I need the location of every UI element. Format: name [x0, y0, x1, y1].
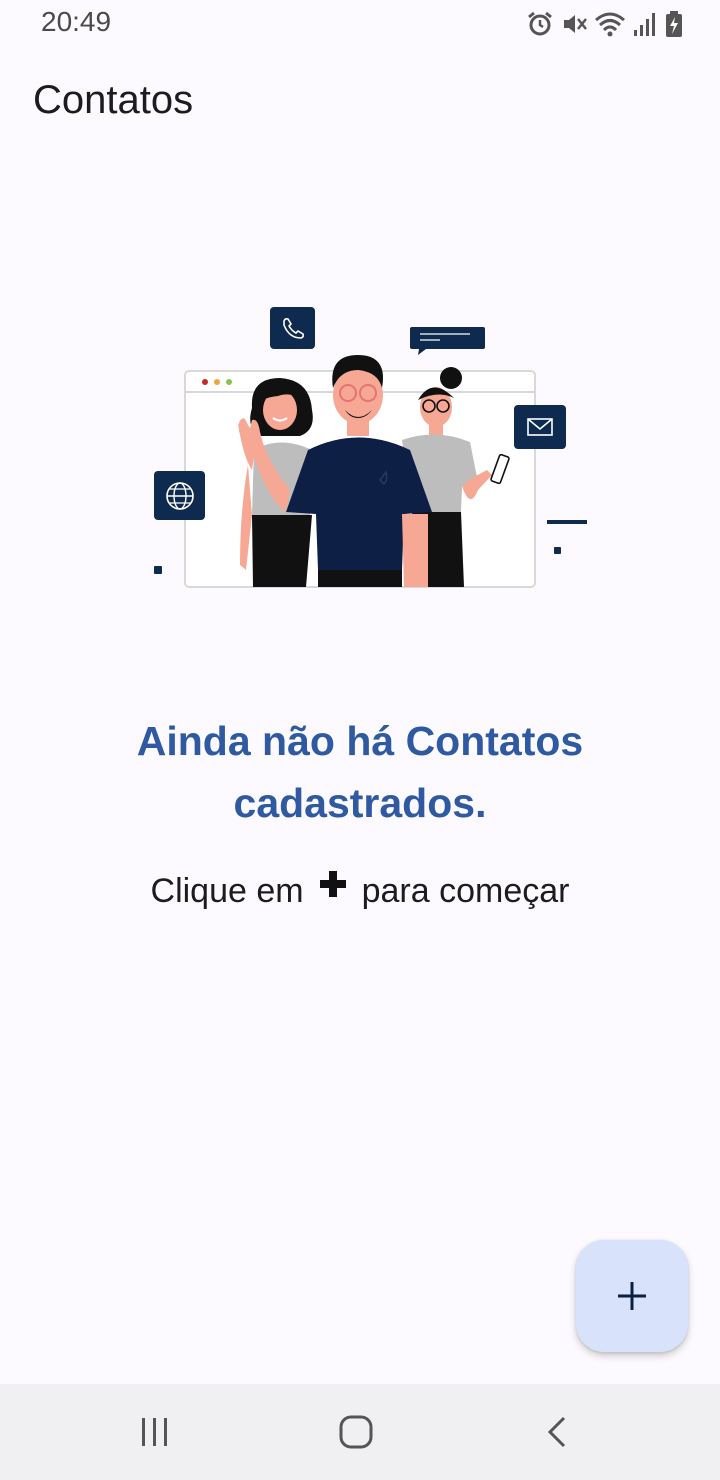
home-button[interactable] — [326, 1402, 386, 1462]
recent-apps-button[interactable] — [125, 1402, 185, 1462]
back-icon — [547, 1416, 566, 1448]
status-bar: 20:49 — [0, 0, 720, 48]
wifi-icon — [595, 12, 625, 37]
chat-bubble-icon — [410, 327, 485, 355]
status-icons — [526, 8, 684, 40]
back-button[interactable] — [528, 1402, 588, 1462]
plus-icon — [618, 1282, 646, 1310]
phone-badge-icon — [270, 307, 315, 349]
hint-text-before: Clique em — [150, 872, 304, 910]
empty-state-hint: Clique em para começar — [60, 869, 660, 911]
page-title: Contatos — [33, 78, 194, 122]
mail-badge-icon — [514, 405, 566, 449]
status-time: 20:49 — [41, 6, 112, 37]
mute-icon — [564, 15, 587, 33]
signal-icon — [634, 13, 655, 36]
add-contact-button[interactable] — [576, 1240, 688, 1352]
globe-badge-icon — [154, 471, 205, 520]
home-icon — [339, 1415, 373, 1449]
empty-state-title: Ainda não há Contatos cadastrados. — [136, 718, 584, 826]
plus-icon — [318, 869, 348, 899]
battery-charging-icon — [666, 11, 682, 37]
alarm-icon — [528, 11, 552, 36]
hint-text-after: para começar — [361, 872, 570, 910]
recent-apps-icon — [142, 1418, 167, 1446]
people-contacts-illustration — [154, 307, 587, 588]
navigation-bar — [0, 1384, 720, 1480]
